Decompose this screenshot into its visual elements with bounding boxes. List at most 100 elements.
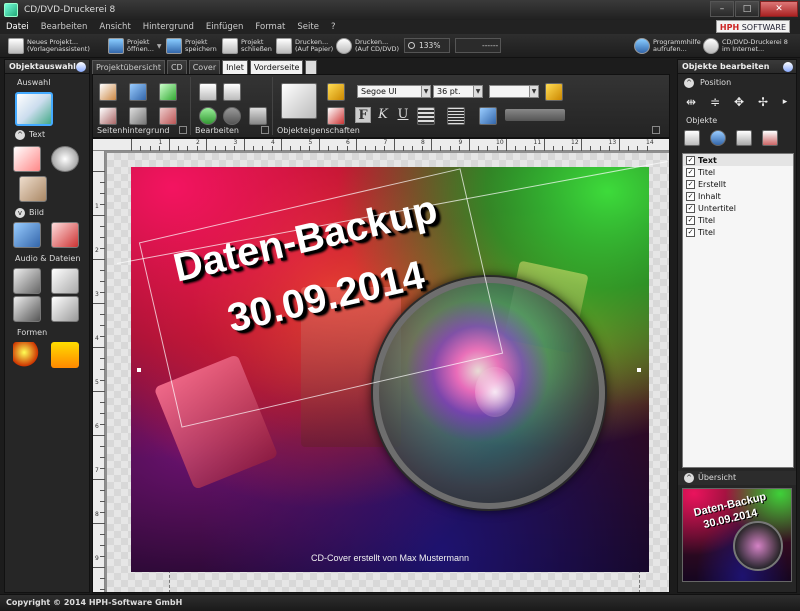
- underline-button[interactable]: U: [395, 107, 411, 123]
- paste-icon[interactable]: [223, 83, 241, 101]
- background-edit-icon[interactable]: [99, 107, 117, 125]
- tab-cover[interactable]: Cover: [188, 60, 221, 74]
- tab-cd[interactable]: CD: [166, 60, 187, 74]
- menu-datei[interactable]: Datei: [0, 22, 35, 32]
- tab-inlet[interactable]: Inlet: [222, 60, 248, 74]
- object-list-item[interactable]: ✓ Erstellt: [683, 178, 793, 190]
- collapse-position-icon[interactable]: ^: [684, 78, 694, 88]
- move-center-icon[interactable]: ✥: [732, 95, 746, 109]
- position-more-icon[interactable]: ▸: [778, 95, 792, 109]
- minimize-button[interactable]: –: [710, 1, 734, 17]
- text-tool-icon[interactable]: [13, 146, 41, 172]
- align-icon[interactable]: [417, 107, 435, 125]
- overview-header[interactable]: ^ Übersicht: [678, 471, 796, 485]
- menu-seite[interactable]: Seite: [291, 22, 325, 32]
- object-list-item[interactable]: ✓ Titel: [683, 214, 793, 226]
- image-tool-icon[interactable]: [13, 222, 41, 248]
- color-select[interactable]: ▼: [489, 85, 539, 98]
- menu-einfuegen[interactable]: Einfügen: [200, 22, 250, 32]
- object-checkbox[interactable]: ✓: [686, 227, 695, 237]
- font-family-select[interactable]: Segoe UI ▼: [357, 85, 431, 98]
- arrow-tool-icon[interactable]: [51, 342, 79, 368]
- background-effects-icon[interactable]: [129, 107, 147, 125]
- tab-projektuebersicht[interactable]: Projektübersicht: [92, 60, 165, 74]
- cover-credit[interactable]: CD-Cover erstellt von Max Mustermann: [131, 553, 649, 563]
- text-shadow-icon[interactable]: [479, 107, 497, 125]
- object-checkbox[interactable]: ✓: [686, 191, 695, 201]
- undo-icon[interactable]: [199, 107, 217, 125]
- print-disc-button[interactable]: Drucken... (Auf CD/DVD): [336, 36, 399, 56]
- paint-bucket-icon[interactable]: [545, 83, 563, 101]
- pin-icon[interactable]: [783, 62, 793, 72]
- center-horizontal-icon[interactable]: ⇹: [684, 95, 698, 109]
- copy-icon[interactable]: [199, 83, 217, 101]
- object-list-item[interactable]: ✓ Text: [683, 154, 793, 166]
- shapes-tool-icon[interactable]: [13, 342, 41, 368]
- chevron-down-icon[interactable]: ▼: [157, 43, 162, 50]
- object-checkbox[interactable]: ✓: [686, 179, 695, 189]
- bold-button[interactable]: F: [355, 107, 371, 123]
- italic-button[interactable]: K: [375, 107, 391, 123]
- layer-icon[interactable]: [249, 107, 267, 125]
- close-button[interactable]: ✕: [760, 1, 798, 17]
- website-button[interactable]: CD/DVD-Druckerei 8 im Internet...: [703, 36, 788, 56]
- object-list-item[interactable]: ✓ Titel: [683, 166, 793, 178]
- object-list-item[interactable]: ✓ Inhalt: [683, 190, 793, 202]
- transparency-slider[interactable]: [505, 109, 565, 121]
- collapse-text-icon[interactable]: ^: [15, 130, 25, 140]
- collapse-overview-icon[interactable]: ^: [684, 473, 694, 483]
- select-tool-icon[interactable]: [15, 92, 53, 126]
- menu-ansicht[interactable]: Ansicht: [93, 22, 136, 32]
- expand-icon[interactable]: [652, 126, 660, 134]
- zoom-select[interactable]: 133%: [404, 38, 450, 53]
- font-size-select[interactable]: 36 pt. ▼: [433, 85, 483, 98]
- open-project-button[interactable]: Projekt öffnen... ▼: [108, 36, 162, 56]
- menu-bearbeiten[interactable]: Bearbeiten: [35, 22, 94, 32]
- background-gallery-icon[interactable]: [159, 83, 177, 101]
- design-canvas[interactable]: 1234567891011121314 12345678910 Daten-Ba…: [92, 138, 670, 593]
- object-properties-icon[interactable]: [736, 130, 752, 146]
- help-button[interactable]: Programmhilfe aufrufen...: [634, 36, 701, 56]
- menu-hintergrund[interactable]: Hintergrund: [137, 22, 200, 32]
- object-checkbox[interactable]: ✓: [686, 215, 695, 225]
- background-color-icon[interactable]: [99, 83, 117, 101]
- note-icon[interactable]: [305, 60, 318, 74]
- file-list-tool-icon[interactable]: [51, 268, 79, 294]
- line-spacing-icon[interactable]: [447, 107, 465, 125]
- document-tool-icon[interactable]: [51, 296, 79, 322]
- move-icon[interactable]: ✢: [756, 95, 770, 109]
- pin-icon[interactable]: [76, 62, 86, 72]
- cover-artwork[interactable]: Daten-Backup 30.09.2014 CD-Cover erstell…: [131, 167, 649, 572]
- fill-color-icon[interactable]: [327, 83, 345, 101]
- menu-format[interactable]: Format: [249, 22, 291, 32]
- tab-vorderseite[interactable]: Vorderseite: [249, 60, 304, 74]
- save-project-button[interactable]: Projekt speichern: [166, 36, 217, 56]
- object-checkbox[interactable]: ✓: [686, 167, 695, 177]
- expand-icon[interactable]: [261, 126, 269, 134]
- close-project-button[interactable]: Projekt schließen: [222, 36, 272, 56]
- overview-thumbnail[interactable]: Daten-Backup 30.09.2014: [682, 488, 792, 582]
- print-paper-button[interactable]: Drucken... (Auf Papier): [276, 36, 333, 56]
- new-project-button[interactable]: Neues Projekt... (Vorlagenassistent): [8, 36, 90, 56]
- redo-icon[interactable]: [223, 107, 241, 125]
- line-style-select[interactable]: ------: [455, 38, 501, 53]
- object-layer-icon[interactable]: [710, 130, 726, 146]
- center-vertical-icon[interactable]: ≑: [708, 95, 722, 109]
- object-list-item[interactable]: ✓ Untertitel: [683, 202, 793, 214]
- expand-icon[interactable]: [179, 126, 187, 134]
- background-remove-icon[interactable]: [159, 107, 177, 125]
- maximize-button[interactable]: □: [735, 1, 759, 17]
- audio-tool-icon[interactable]: [13, 268, 41, 294]
- object-checkbox[interactable]: ✓: [686, 203, 695, 213]
- text-color-icon[interactable]: [327, 107, 345, 125]
- stamp-tool-icon[interactable]: [19, 176, 47, 202]
- object-checkbox[interactable]: ✓: [686, 155, 695, 165]
- collapse-bild-icon[interactable]: v: [15, 208, 25, 218]
- document-properties-icon[interactable]: [281, 83, 317, 119]
- audio-list-tool-icon[interactable]: [13, 296, 41, 322]
- image-effect-tool-icon[interactable]: [51, 222, 79, 248]
- background-image-icon[interactable]: [129, 83, 147, 101]
- checkbox-all-icon[interactable]: [684, 130, 700, 146]
- object-delete-icon[interactable]: [762, 130, 778, 146]
- menu-help[interactable]: ?: [325, 22, 342, 32]
